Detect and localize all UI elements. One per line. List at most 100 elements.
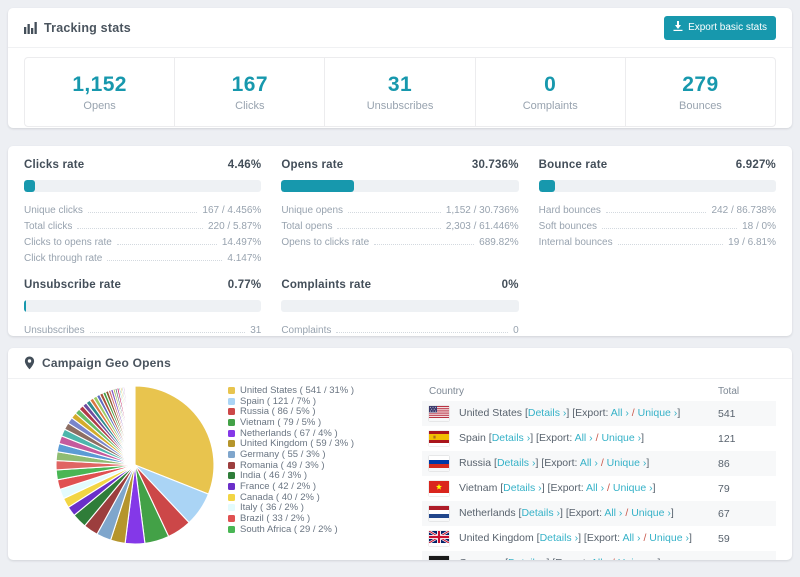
geo-country-name: Germany [459,557,505,560]
rate-label: Unsubscribe rate [24,279,122,291]
legend-item-germany[interactable]: Germany ( 55 / 3% ) [228,449,416,460]
geo-details-link[interactable]: Details › [508,557,547,560]
dotted-leader [107,260,223,261]
geo-opens-header: Campaign Geo Opens [8,348,792,379]
geo-export-all-link[interactable]: All › [586,482,604,494]
geo-export-all-link[interactable]: All › [611,407,629,419]
rate-stat-value: 18 / 0% [742,221,776,232]
rate-label: Complaints rate [281,279,372,291]
geo-table-row: United States [Details ›] [Export: All ›… [422,401,776,426]
rate-stat-value: 689.82% [479,237,519,248]
rate-stat-row: Hard bounces 242 / 86.738% [539,200,776,216]
geo-country-cell: United States [Details ›] [Export: All ›… [422,401,718,426]
rate-progress-bar [281,180,519,192]
geo-total-cell: 541 [718,407,736,420]
geo-export-unique-link[interactable]: Unique › [601,432,641,444]
rate-stat-label: Total clicks [24,221,73,232]
geo-export-unique-link[interactable]: Unique › [607,457,647,469]
legend-item-russia[interactable]: Russia ( 86 / 5% ) [228,406,416,417]
geo-pie-chart[interactable] [42,381,224,553]
geo-export-all-link[interactable]: All › [591,557,609,560]
geo-export-all-link[interactable]: All › [622,532,640,544]
rate-stat-label: Unique opens [281,205,344,216]
geo-export-unique-link[interactable]: Unique › [649,532,689,544]
legend-item-canada[interactable]: Canada ( 40 / 2% ) [228,492,416,503]
legend-item-united-states[interactable]: United States ( 541 / 31% ) [228,385,416,396]
rate-stat-value: 242 / 86.738% [711,205,776,216]
flag-vn-icon [429,481,449,496]
bracket-text: ] [677,407,681,419]
geo-total-cell: 55 [718,551,776,561]
column-header-country: Country [429,385,465,397]
legend-swatch-icon [228,397,235,405]
legend-item-vietnam[interactable]: Vietnam ( 79 / 5% ) [228,417,416,428]
geo-details-link[interactable]: Details › [540,532,579,544]
legend-item-netherlands[interactable]: Netherlands ( 67 / 4% ) [228,428,416,439]
dotted-leader [602,228,738,229]
rate-stat-row: Unsubscribes 31 [24,320,261,336]
legend-item-label: Vietnam ( 79 / 5% ) [240,416,322,428]
flag-nl-icon [429,506,449,521]
geo-export-unique-link[interactable]: Unique › [631,507,671,519]
legend-item-brazil[interactable]: Brazil ( 33 / 2% ) [228,513,416,524]
stat-label: Opens [83,99,116,112]
geo-details-link[interactable]: Details › [521,507,560,519]
geo-details-link[interactable]: Details › [492,432,531,444]
geo-details-link[interactable]: Details › [528,407,567,419]
stat-label: Bounces [679,99,722,112]
geo-country-cell: Germany [Details ›] [Export: All › / Uni… [422,551,718,560]
legend-item-italy[interactable]: Italy ( 36 / 2% ) [228,502,416,513]
rate-value: 0.77% [227,279,262,291]
geo-body: United States ( 541 / 31% ) Spain ( 121 /… [8,379,792,560]
rate-stat-value: 19 / 6.81% [728,237,776,248]
geo-table-wrap: Country Total United States [Details ›] … [422,381,776,560]
geo-export-unique-link[interactable]: Unique › [618,557,658,560]
legend-item-label: Russia ( 86 / 5% ) [240,406,316,418]
stat-unsubscribes: 31 Unsubscribes [325,58,476,126]
legend-item-label: France ( 42 / 2% ) [240,481,317,493]
legend-item-romania[interactable]: Romania ( 49 / 3% ) [228,460,416,471]
geo-export-all-link[interactable]: All › [604,507,622,519]
legend-item-south-africa[interactable]: South Africa ( 29 / 2% ) [228,524,416,535]
bracket-text: ] [Export: [541,482,587,494]
stat-clicks: 167 Clicks [175,58,326,126]
rate-progress-bar [24,300,262,312]
geo-country-cell: United Kingdom [Details ›] [Export: All … [422,526,718,551]
map-pin-icon [24,356,35,370]
stat-label: Unsubscribes [366,99,434,112]
legend-swatch-icon [228,418,235,426]
rate-label: Bounce rate [538,159,608,171]
bracket-text: ] [689,532,692,544]
stat-value: 167 [231,72,268,96]
geo-table-row: Vietnam [Details ›] [Export: All › / Uni… [422,476,776,501]
rate-stat-row: Soft bounces 18 / 0% [539,216,776,232]
rate-stat-row: Total clicks 220 / 5.87% [24,216,261,232]
legend-swatch-icon [228,483,235,491]
flag-ru-icon [429,456,449,471]
geo-total-cell: 59 [718,532,730,545]
legend-item-united-kingdom[interactable]: United Kingdom ( 59 / 3% ) [228,438,416,449]
bracket-text: ] [670,507,674,519]
rate-value: 30.736% [471,159,519,171]
geo-country-name: Vietnam [459,482,501,494]
legend-item-france[interactable]: France ( 42 / 2% ) [228,481,416,492]
rate-panel-clicks-rate: Clicks rate 4.46% Unique clicks 167 / 4.456… [24,159,262,264]
geo-export-unique-link[interactable]: Unique › [638,407,678,419]
legend-item-india[interactable]: India ( 46 / 3% ) [228,470,416,481]
geo-table-row: Spain [Details ›] [Export: All › / Uniqu… [422,426,776,451]
rate-panel-opens-rate: Opens rate 30.736% Unique opens 1,152 / 30.… [281,159,519,264]
rate-stat-row: Click through rate 4.147% [24,248,261,264]
geo-details-link[interactable]: Details › [497,457,536,469]
geo-total-cell: 121 [718,432,736,445]
stat-bounces: 279 Bounces [626,58,775,126]
geo-export-all-link[interactable]: All › [580,457,598,469]
export-basic-stats-button[interactable]: Export basic stats [664,15,776,40]
dotted-leader [605,212,707,213]
geo-country-cell: Russia [Details ›] [Export: All › / Uniq… [422,451,718,476]
geo-details-link[interactable]: Details › [503,482,542,494]
geo-export-unique-link[interactable]: Unique › [613,482,653,494]
geo-export-all-link[interactable]: All › [575,432,593,444]
legend-item-spain[interactable]: Spain ( 121 / 7% ) [228,396,416,407]
export-button-label: Export basic stats [688,21,767,33]
geo-country-name: United Kingdom [459,532,537,544]
